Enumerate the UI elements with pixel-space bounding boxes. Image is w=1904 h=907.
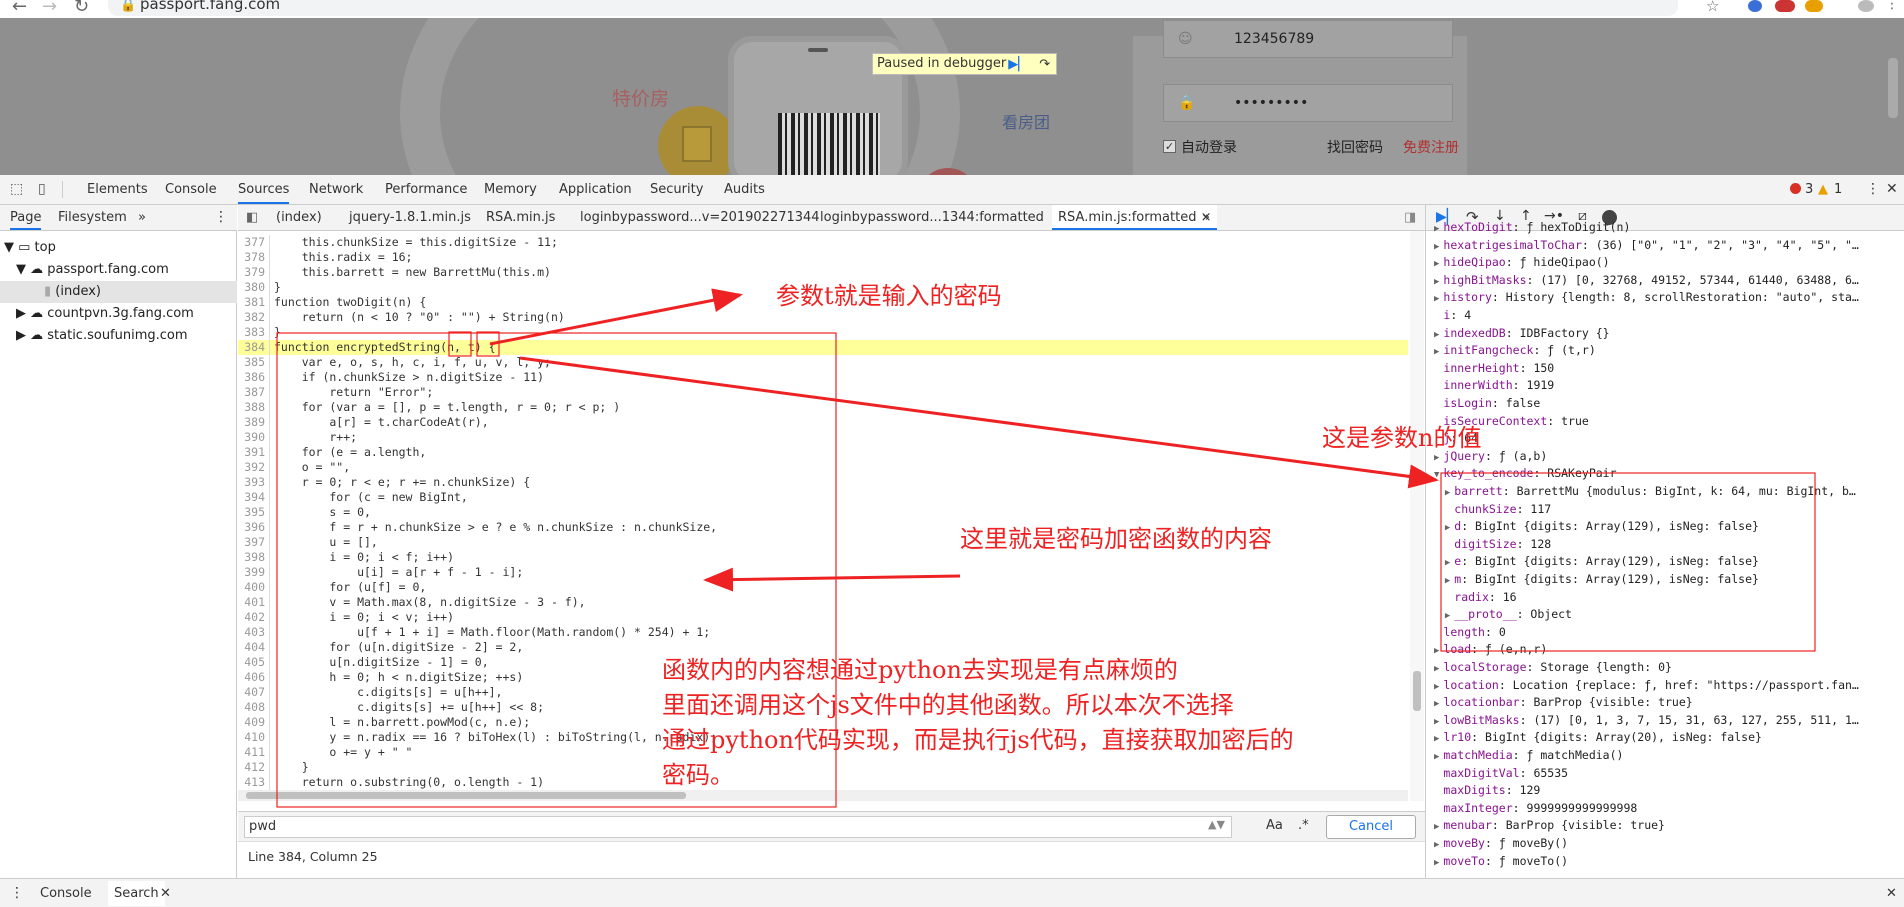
arrow-function (703, 567, 961, 592)
annotation-note-line: 通过python代码实现，而是执行js代码，直接获取加密后的 (662, 726, 1294, 754)
annotation-note-line: 密码。 (662, 761, 734, 789)
annotation-overlay (276, 288, 1816, 808)
annotation-param-n: 这是参数n的值 (1322, 424, 1482, 452)
key-box (1440, 472, 1816, 652)
param-n-box (448, 331, 472, 357)
annotation-note-line: 函数内的内容想通过python去实现是有点麻烦的 (662, 656, 1178, 684)
arrow-t (489, 288, 743, 346)
annotation-function: 这里就是密码加密函数的内容 (960, 525, 1272, 553)
arrow-n (519, 356, 1439, 489)
annotation-param-t: 参数t就是输入的密码 (776, 282, 1002, 310)
annotation-note-line: 里面还调用这个js文件中的其他函数。所以本次不选择 (662, 691, 1234, 719)
